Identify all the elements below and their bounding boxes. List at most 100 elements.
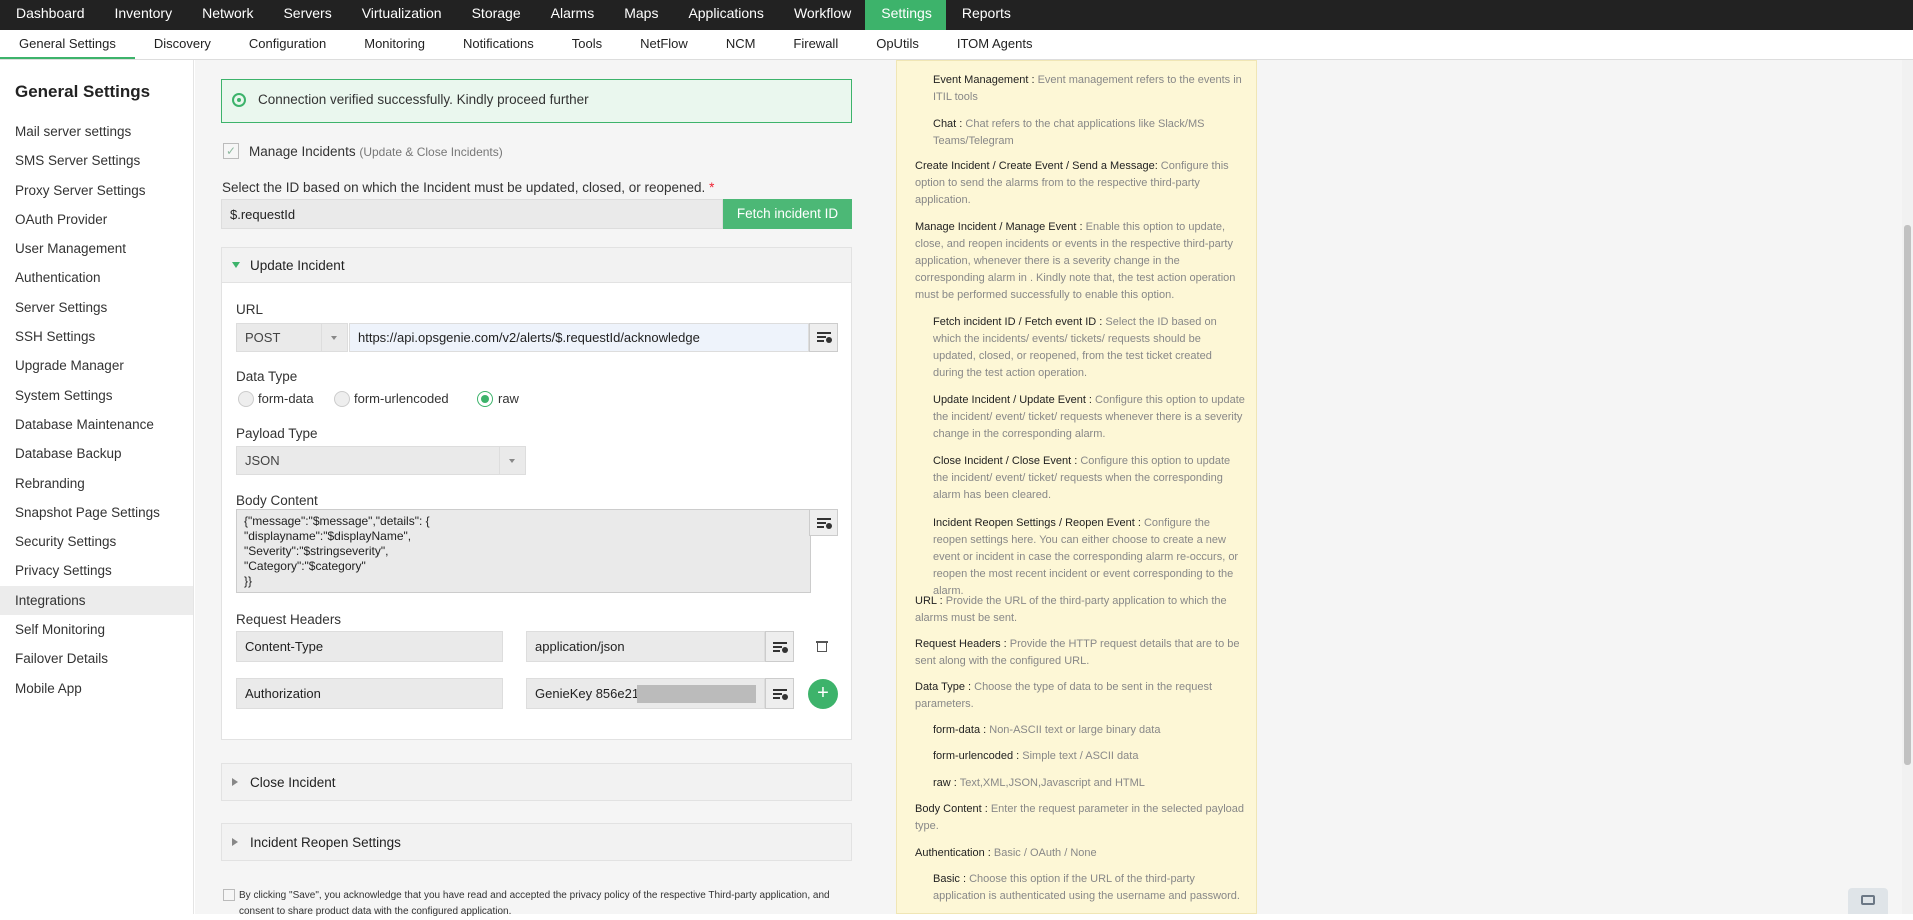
raw-label: raw bbox=[498, 391, 519, 406]
page-scrollbar[interactable] bbox=[1902, 60, 1913, 914]
help-term: Request Headers : bbox=[915, 638, 1007, 650]
subnav-monitoring[interactable]: Monitoring bbox=[345, 30, 444, 59]
header-key-input-1[interactable]: Content-Type bbox=[236, 631, 503, 662]
sidebar-item-sms-server-settings[interactable]: SMS Server Settings bbox=[0, 146, 193, 175]
http-method-value: POST bbox=[245, 330, 281, 345]
sidebar-item-server-settings[interactable]: Server Settings bbox=[0, 293, 193, 322]
help-term: Update Incident / Update Event : bbox=[933, 394, 1092, 406]
topnav-dashboard[interactable]: Dashboard bbox=[0, 0, 99, 30]
incident-reopen-header[interactable]: Incident Reopen Settings bbox=[221, 823, 852, 861]
incident-id-field[interactable]: $.requestId bbox=[221, 199, 723, 229]
sidebar-item-oauth-provider[interactable]: OAuth Provider bbox=[0, 205, 193, 234]
sidebar-item-system-settings[interactable]: System Settings bbox=[0, 381, 193, 410]
help-desc: Text,XML,JSON,Javascript and HTML bbox=[956, 777, 1145, 789]
fetch-incident-id-button[interactable]: Fetch incident ID bbox=[723, 199, 852, 229]
manage-incidents-label: Manage Incidents (Update & Close Inciden… bbox=[249, 144, 503, 159]
form-data-radio[interactable] bbox=[238, 391, 254, 407]
subnav-ncm[interactable]: NCM bbox=[707, 30, 775, 59]
sub-nav: General Settings Discovery Configuration… bbox=[0, 30, 1913, 60]
subnav-tools[interactable]: Tools bbox=[553, 30, 621, 59]
header-value-input-1[interactable]: application/json bbox=[526, 631, 765, 662]
scrollbar-thumb[interactable] bbox=[1904, 225, 1911, 765]
id-select-text: Select the ID based on which the Inciden… bbox=[222, 180, 706, 195]
consent-checkbox[interactable] bbox=[223, 889, 235, 901]
incident-reopen-title: Incident Reopen Settings bbox=[250, 835, 401, 850]
topnav-alarms[interactable]: Alarms bbox=[535, 0, 609, 30]
subnav-general-settings[interactable]: General Settings bbox=[0, 30, 135, 59]
sidebar-item-failover-details[interactable]: Failover Details bbox=[0, 644, 193, 673]
close-incident-header[interactable]: Close Incident bbox=[221, 763, 852, 801]
subnav-oputils[interactable]: OpUtils bbox=[857, 30, 938, 59]
topnav-settings[interactable]: Settings bbox=[865, 0, 946, 30]
topnav-maps[interactable]: Maps bbox=[608, 0, 672, 30]
url-label: URL bbox=[236, 302, 264, 317]
topnav-storage[interactable]: Storage bbox=[456, 0, 535, 30]
subnav-configuration[interactable]: Configuration bbox=[230, 30, 345, 59]
chat-icon bbox=[1861, 895, 1875, 905]
add-header-button[interactable]: + bbox=[808, 679, 838, 709]
header-key-input-2[interactable]: Authorization bbox=[236, 678, 503, 709]
topnav-applications[interactable]: Applications bbox=[672, 0, 778, 30]
url-variables-button[interactable] bbox=[809, 323, 838, 352]
topnav-reports[interactable]: Reports bbox=[946, 0, 1025, 30]
form-data-label: form-data bbox=[258, 391, 314, 406]
help-term: Fetch incident ID / Fetch event ID : bbox=[933, 316, 1103, 328]
sidebar-item-mail-server-settings[interactable]: Mail server settings bbox=[0, 117, 193, 146]
sidebar-item-security-settings[interactable]: Security Settings bbox=[0, 527, 193, 556]
sidebar-item-database-maintenance[interactable]: Database Maintenance bbox=[0, 410, 193, 439]
help-desc: Non-ASCII text or large binary data bbox=[986, 724, 1161, 736]
help-term: raw : bbox=[933, 777, 957, 789]
sidebar-item-integrations[interactable]: Integrations bbox=[0, 585, 193, 616]
sidebar-item-upgrade-manager[interactable]: Upgrade Manager bbox=[0, 351, 193, 380]
topnav-workflow[interactable]: Workflow bbox=[778, 0, 865, 30]
manage-incidents-checkbox[interactable] bbox=[223, 143, 239, 159]
form-urlencoded-label: form-urlencoded bbox=[354, 391, 449, 406]
topnav-virtualization[interactable]: Virtualization bbox=[346, 0, 456, 30]
sidebar-item-snapshot-page-settings[interactable]: Snapshot Page Settings bbox=[0, 498, 193, 527]
sidebar-item-authentication[interactable]: Authentication bbox=[0, 263, 193, 292]
url-input[interactable]: https://api.opsgenie.com/v2/alerts/$.req… bbox=[349, 323, 809, 352]
body-content-textarea[interactable]: {"message":"$message","details": { "disp… bbox=[236, 509, 811, 593]
subnav-firewall[interactable]: Firewall bbox=[774, 30, 857, 59]
topnav-servers[interactable]: Servers bbox=[267, 0, 345, 30]
help-panel: Event Management : Event management refe… bbox=[896, 60, 1257, 914]
sidebar-item-mobile-app[interactable]: Mobile App bbox=[0, 674, 193, 703]
chat-widget-button[interactable] bbox=[1848, 888, 1888, 914]
sidebar-item-rebranding[interactable]: Rebranding bbox=[0, 469, 193, 498]
help-event-management: Event Management : Event management refe… bbox=[933, 72, 1243, 106]
sidebar-item-user-management[interactable]: User Management bbox=[0, 234, 193, 263]
caret-down-icon bbox=[232, 262, 240, 268]
help-create-incident: Create Incident / Create Event / Send a … bbox=[915, 158, 1245, 209]
help-form-urlencoded: form-urlencoded : Simple text / ASCII da… bbox=[933, 748, 1245, 765]
sidebar-item-privacy-settings[interactable]: Privacy Settings bbox=[0, 556, 193, 585]
header-value-input-2[interactable]: GenieKey 856e21 bbox=[526, 678, 765, 709]
delete-header-icon[interactable] bbox=[816, 640, 828, 652]
sidebar-item-database-backup[interactable]: Database Backup bbox=[0, 439, 193, 468]
raw-radio[interactable] bbox=[477, 391, 493, 407]
top-nav: Dashboard Inventory Network Servers Virt… bbox=[0, 0, 1913, 30]
payload-type-select[interactable]: JSON bbox=[236, 446, 526, 475]
subnav-discovery[interactable]: Discovery bbox=[135, 30, 230, 59]
subnav-netflow[interactable]: NetFlow bbox=[621, 30, 707, 59]
topnav-inventory[interactable]: Inventory bbox=[99, 0, 187, 30]
topnav-network[interactable]: Network bbox=[186, 0, 267, 30]
sidebar-item-proxy-server-settings[interactable]: Proxy Server Settings bbox=[0, 176, 193, 205]
data-type-label: Data Type bbox=[236, 369, 298, 384]
body-variables-button[interactable] bbox=[809, 509, 838, 536]
http-method-select[interactable]: POST bbox=[236, 323, 348, 352]
help-term: Authentication : bbox=[915, 847, 991, 859]
help-raw: raw : Text,XML,JSON,Javascript and HTML bbox=[933, 775, 1245, 792]
form-urlencoded-radio[interactable] bbox=[334, 391, 350, 407]
subnav-itom-agents[interactable]: ITOM Agents bbox=[938, 30, 1052, 59]
sidebar-item-self-monitoring[interactable]: Self Monitoring bbox=[0, 615, 193, 644]
variable-list-icon bbox=[817, 332, 832, 343]
alert-text: Connection verified successfully. Kindly… bbox=[258, 92, 589, 107]
help-request-headers: Request Headers : Provide the HTTP reque… bbox=[915, 636, 1245, 670]
payload-type-label: Payload Type bbox=[236, 426, 318, 441]
sidebar-item-ssh-settings[interactable]: SSH Settings bbox=[0, 322, 193, 351]
header-variables-button-2[interactable] bbox=[765, 678, 794, 709]
subnav-notifications[interactable]: Notifications bbox=[444, 30, 553, 59]
help-basic: Basic : Choose this option if the URL of… bbox=[933, 871, 1245, 905]
update-incident-header[interactable]: Update Incident bbox=[221, 247, 852, 283]
header-variables-button-1[interactable] bbox=[765, 631, 794, 662]
